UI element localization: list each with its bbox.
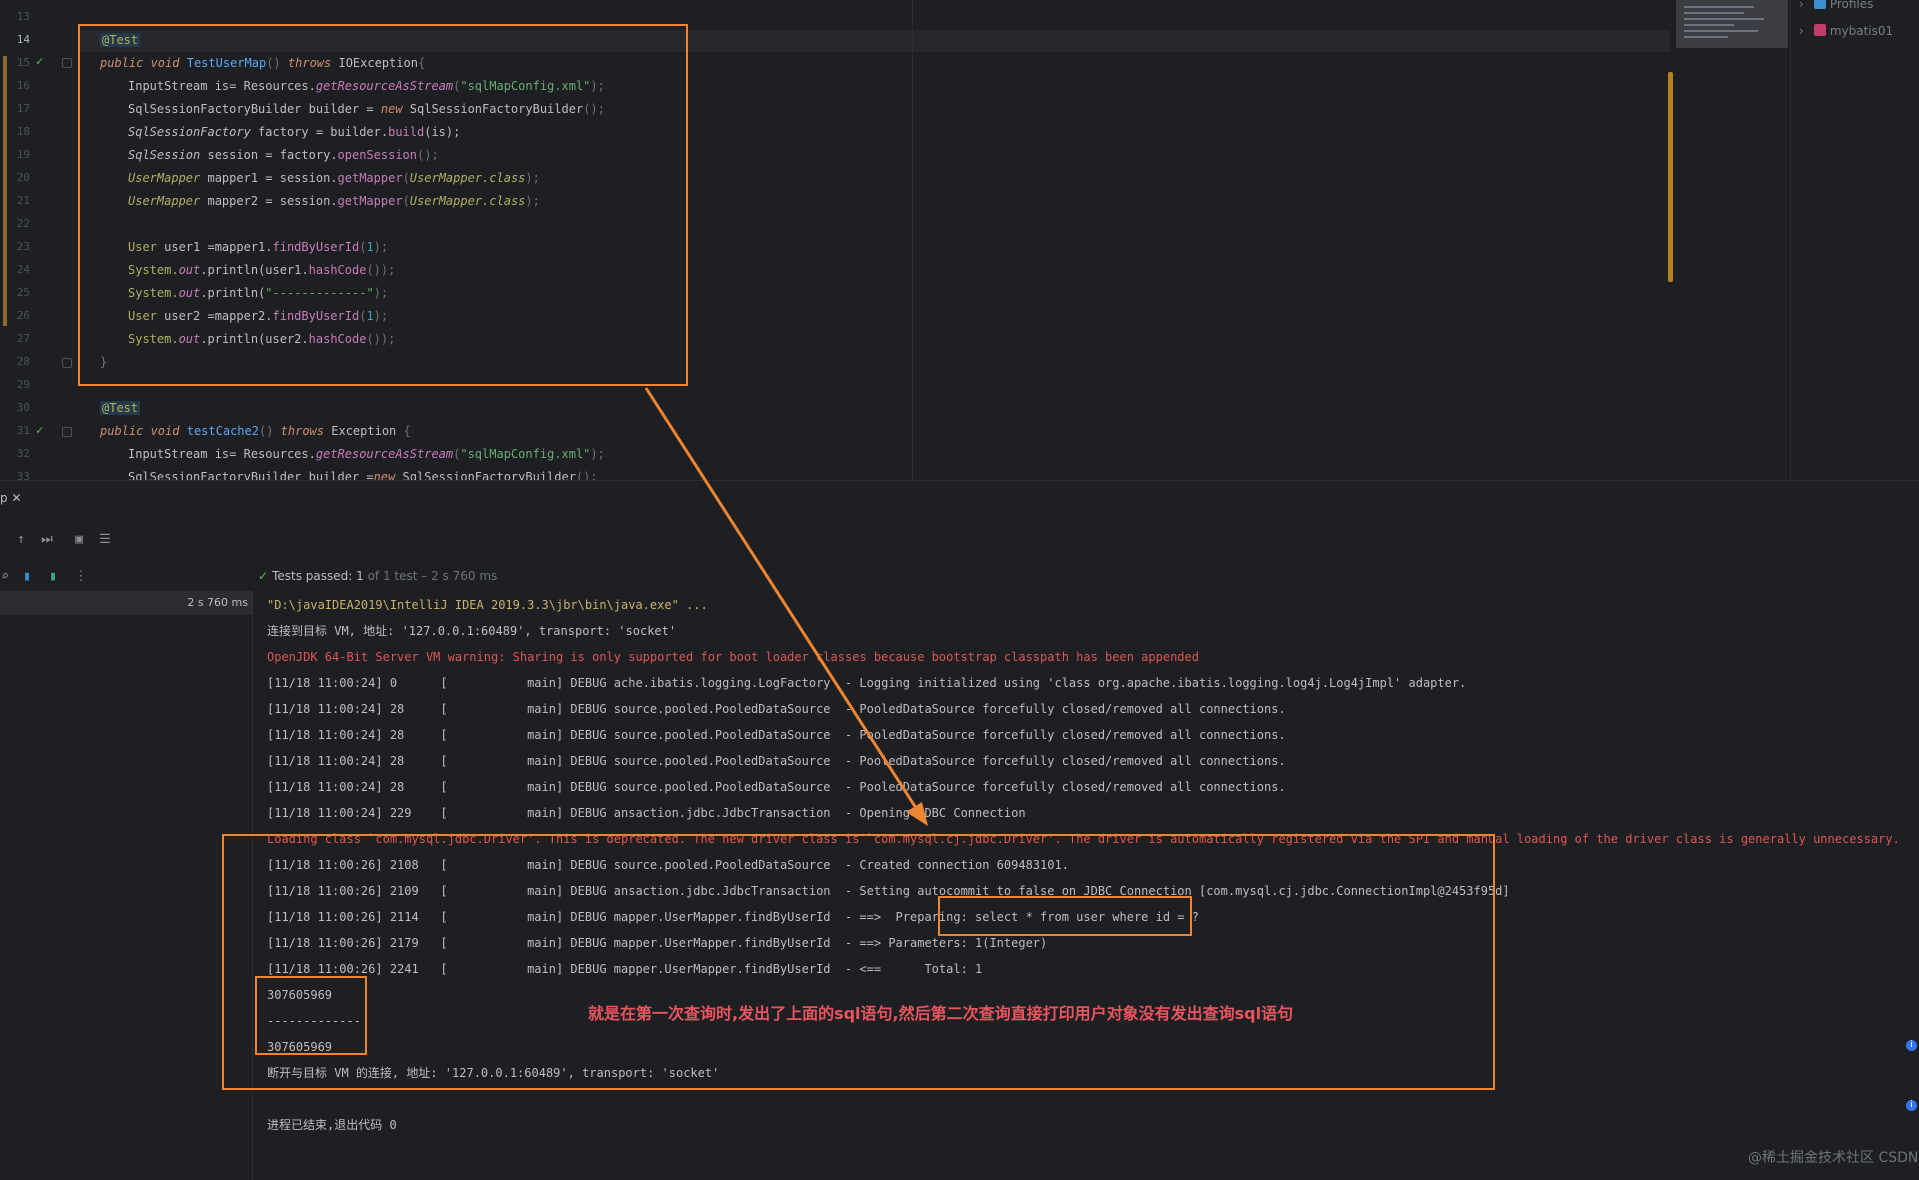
watermark: @稀土掘金技术社区 CSDN @木小纪 <box>1748 1150 1919 1166</box>
arrow-head <box>906 802 928 826</box>
notification-icon[interactable]: i <box>1906 1100 1917 1111</box>
annotation-note: 就是在第一次查询时,发出了上面的sql语句,然后第二次查询直接打印用户对象没有发… <box>588 1004 1294 1023</box>
notification-icon[interactable]: i <box>1906 1040 1917 1051</box>
arrow-line <box>644 387 918 809</box>
